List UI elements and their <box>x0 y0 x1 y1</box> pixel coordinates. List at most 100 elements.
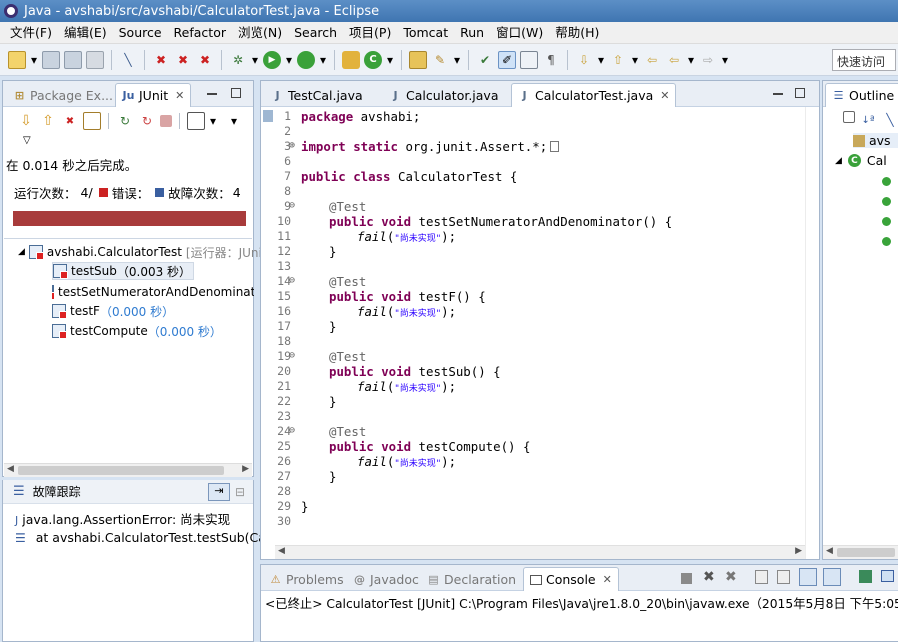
scroll-right-icon[interactable]: ▶ <box>795 546 802 556</box>
coverage-icon[interactable] <box>297 50 315 69</box>
skip-breakpoints-icon[interactable]: ╲ <box>119 51 137 69</box>
collapse-fold-icon[interactable]: ⊖ <box>289 425 295 436</box>
tab-javadoc[interactable]: @ Javadoc <box>347 567 425 591</box>
debug-icon[interactable]: ✲ <box>229 51 247 69</box>
view-menu-chevron-icon[interactable]: ▽ <box>23 135 31 146</box>
dropdown-icon[interactable]: ▾ <box>721 51 729 69</box>
tab-testcal-java[interactable]: J TestCal.java <box>265 83 369 107</box>
scroll-thumb[interactable] <box>837 548 895 557</box>
code-editor[interactable]: 1 2 3 6 7 8 9 10 11 12 13 14 15 16 17 18… <box>261 107 819 559</box>
new-java-project-icon[interactable] <box>342 50 360 69</box>
next-failure-icon[interactable]: ⇩ <box>17 112 35 130</box>
menu-help[interactable]: 帮助(H) <box>549 22 605 44</box>
open-type-icon[interactable] <box>409 50 427 69</box>
scroll-thumb[interactable] <box>18 466 224 475</box>
tab-console[interactable]: Console ✕ <box>523 567 619 591</box>
clear-console-icon[interactable] <box>755 570 768 584</box>
filter-stack-icon[interactable]: ⇥ <box>208 483 230 501</box>
back-icon[interactable]: ⇦ <box>665 51 683 69</box>
test-tree-item[interactable]: testSub （0.003 秒） <box>52 262 195 280</box>
menu-source[interactable]: Source <box>113 22 168 44</box>
menu-run[interactable]: Run <box>454 22 490 44</box>
run-icon[interactable]: ▶ <box>263 50 281 69</box>
dropdown-icon[interactable]: ▾ <box>631 51 639 69</box>
dropdown-icon[interactable]: ▾ <box>30 51 38 69</box>
folded-import-box[interactable] <box>550 141 560 152</box>
menu-search[interactable]: Search <box>288 22 343 44</box>
sort-icon[interactable]: ↓ª <box>859 111 877 129</box>
test-tree-item[interactable]: testF （0.000 秒） <box>52 302 174 320</box>
tab-calculatortest-java[interactable]: J CalculatorTest.java ✕ <box>511 83 677 107</box>
terminate-icon[interactable] <box>681 573 692 584</box>
menu-tomcat[interactable]: Tomcat <box>397 22 454 44</box>
maximize-icon[interactable] <box>231 88 241 98</box>
tab-calculator-java[interactable]: J Calculator.java <box>383 83 505 107</box>
server-stop-icon[interactable]: ✖ <box>174 51 192 69</box>
dropdown-icon[interactable]: ▾ <box>687 51 695 69</box>
search-icon[interactable]: ✎ <box>431 51 449 69</box>
dropdown-icon[interactable]: ▾ <box>251 51 259 69</box>
history-icon[interactable] <box>187 112 205 130</box>
scroll-left-icon[interactable]: ◀ <box>7 464 14 474</box>
failure-trace-line[interactable]: ☰ at avshabi.CalculatorTest.testSub(Calc <box>15 530 276 545</box>
dropdown-icon[interactable]: ▾ <box>209 112 217 130</box>
tab-declaration[interactable]: ▤ Declaration <box>421 567 522 591</box>
expand-chevron-icon[interactable]: ◢ <box>18 247 25 257</box>
word-wrap-icon[interactable] <box>799 568 817 586</box>
close-icon[interactable]: ✕ <box>175 89 184 102</box>
menu-refactor[interactable]: Refactor <box>168 22 232 44</box>
close-icon[interactable]: ✕ <box>660 89 669 102</box>
last-edit-icon[interactable]: ⇦ <box>643 51 661 69</box>
collapse-fold-icon[interactable]: ⊖ <box>289 275 295 286</box>
save-icon[interactable] <box>42 50 60 69</box>
menu-window[interactable]: 窗口(W) <box>490 22 549 44</box>
previous-annotation-icon[interactable]: ⇧ <box>609 51 627 69</box>
test-tree-item[interactable]: testCompute （0.000 秒） <box>52 322 222 340</box>
outline-horizontal-scrollbar[interactable]: ◀ <box>823 545 898 559</box>
new-class-icon[interactable]: C <box>364 50 382 69</box>
open-console-icon[interactable] <box>859 570 872 583</box>
scroll-right-icon[interactable]: ▶ <box>242 464 249 474</box>
menu-edit[interactable]: 编辑(E) <box>58 22 113 44</box>
toggle-mark-occurrences-icon[interactable]: ✔ <box>476 51 494 69</box>
editor-horizontal-scrollbar[interactable]: ◀ ▶ <box>275 545 805 559</box>
server-restart-icon[interactable]: ✖ <box>196 51 214 69</box>
remove-launch-icon[interactable]: ✖ <box>703 569 715 585</box>
next-annotation-icon[interactable]: ⇩ <box>575 51 593 69</box>
expand-fold-icon[interactable]: ⊕ <box>289 140 295 151</box>
show-whitespace-icon[interactable]: ¶ <box>542 51 560 69</box>
maximize-icon[interactable] <box>795 88 805 98</box>
public-method-icon[interactable] <box>882 177 891 186</box>
quick-access-field[interactable]: 快速访问 <box>832 49 896 71</box>
scroll-left-icon[interactable]: ◀ <box>826 546 833 556</box>
dropdown-icon[interactable]: ▾ <box>285 51 293 69</box>
public-method-icon[interactable] <box>882 197 891 206</box>
display-console-icon[interactable] <box>881 570 894 582</box>
outline-package[interactable]: avs <box>853 133 898 148</box>
tab-package-explorer[interactable]: ⊞ Package Ex... <box>7 83 119 107</box>
compare-result-icon[interactable]: ⊟ <box>235 485 245 499</box>
failure-trace-line[interactable]: J java.lang.AssertionError: 尚未实现 <box>15 509 230 528</box>
menu-project[interactable]: 项目(P) <box>343 22 397 44</box>
minimize-icon[interactable] <box>773 93 783 95</box>
expand-chevron-icon[interactable]: ◢ <box>835 156 842 166</box>
tab-junit[interactable]: Ju JUnit ✕ <box>115 83 192 107</box>
scroll-lock-icon[interactable] <box>777 570 790 584</box>
pin-console-icon[interactable] <box>823 568 841 586</box>
dropdown-icon[interactable]: ▾ <box>597 51 605 69</box>
server-start-icon[interactable]: ✖ <box>152 51 170 69</box>
outline-class[interactable]: ◢ C Cal <box>835 153 887 168</box>
tab-problems[interactable]: ⚠ Problems <box>263 567 350 591</box>
scroll-left-icon[interactable]: ◀ <box>278 546 285 556</box>
highlight-icon[interactable]: ✐ <box>498 50 516 69</box>
menu-file[interactable]: 文件(F) <box>4 22 58 44</box>
public-method-icon[interactable] <box>882 237 891 246</box>
tree-horizontal-scrollbar[interactable]: ◀ ▶ <box>4 463 252 477</box>
rerun-icon[interactable]: ↻ <box>116 112 134 130</box>
previous-failure-icon[interactable]: ⇧ <box>39 112 57 130</box>
collapse-fold-icon[interactable]: ⊖ <box>289 200 295 211</box>
tab-outline[interactable]: ☰ Outline <box>825 83 898 107</box>
new-icon[interactable] <box>8 50 26 69</box>
stop-icon[interactable] <box>160 115 172 127</box>
public-method-icon[interactable] <box>882 217 891 226</box>
